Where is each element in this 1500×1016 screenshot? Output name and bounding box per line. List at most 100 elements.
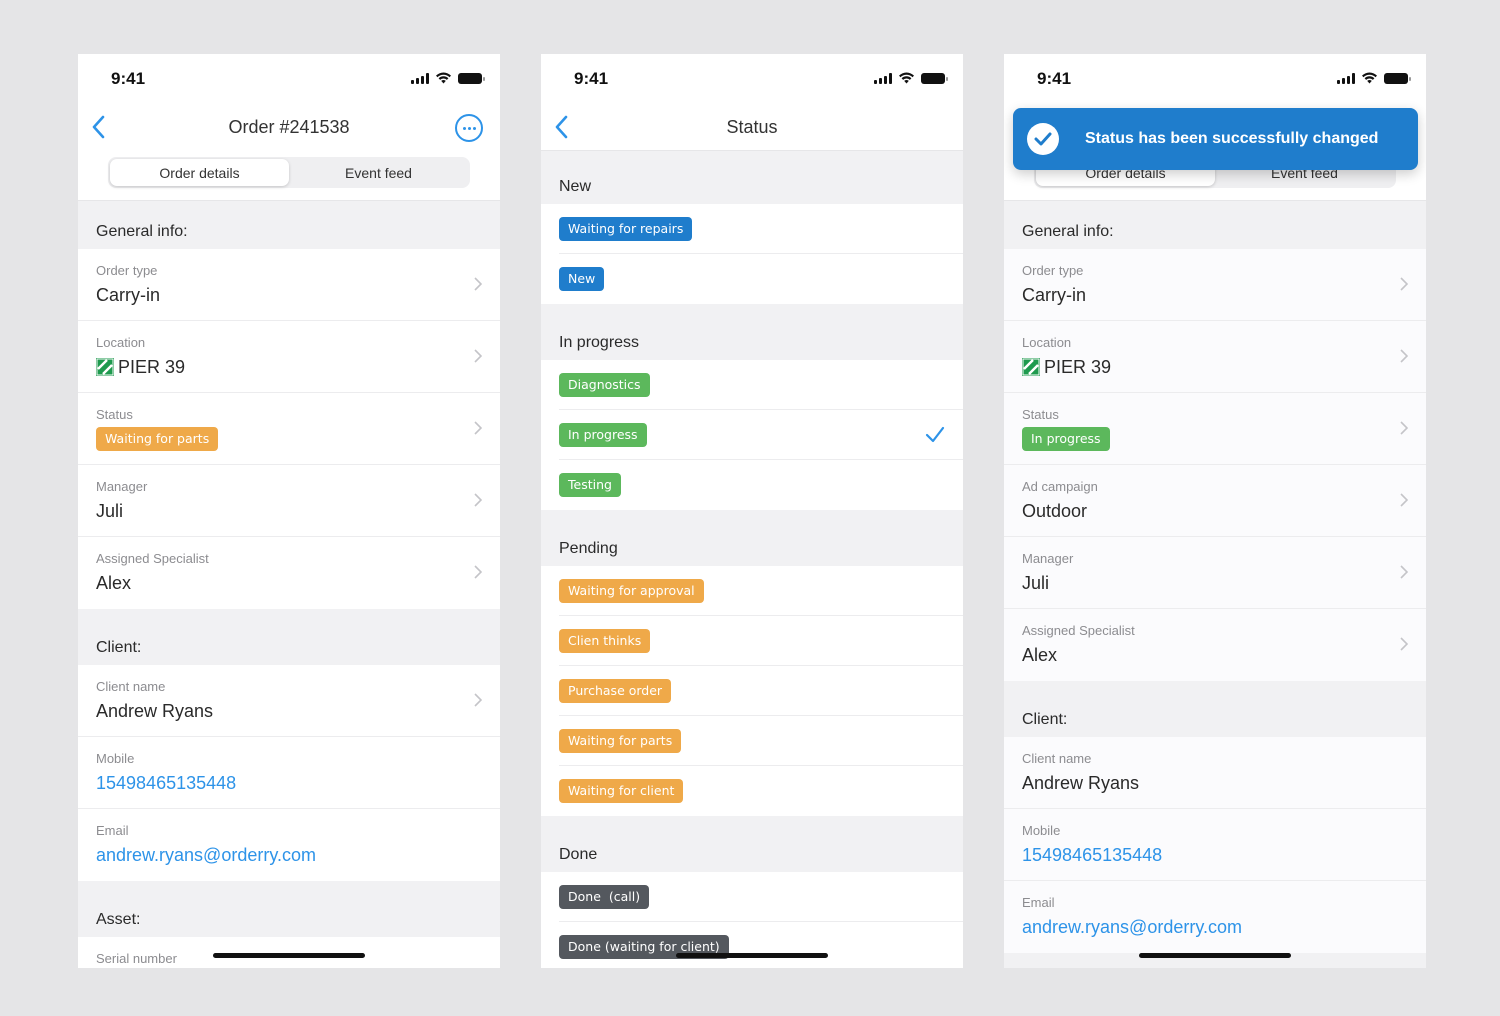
row-assigned-specialist[interactable]: Assigned Specialist Alex [1004, 609, 1426, 681]
status-badge: Waiting for parts [559, 729, 682, 753]
tab-switcher: Order details Event feed [108, 157, 470, 188]
row-mobile: Mobile 15498465135448 [78, 737, 500, 809]
field-value: Alex [1022, 645, 1058, 665]
battery-icon [458, 72, 485, 84]
field-value: Andrew Ryans [1022, 773, 1140, 793]
row-email: Email andrew.ryans@orderry.com [1004, 881, 1426, 953]
status-badge: Done (call) [559, 885, 650, 909]
field-label: Ad campaign [1022, 479, 1098, 494]
chevron-right-icon [1400, 565, 1408, 579]
field-label: Order type [96, 263, 158, 278]
row-order-type[interactable]: Order type Carry-in [1004, 249, 1426, 321]
field-value: Carry-in [96, 285, 161, 305]
status-option[interactable]: Purchase order [541, 666, 963, 716]
section-asset: Asset: [78, 881, 500, 937]
row-ad-campaign[interactable]: Ad campaign Outdoor [1004, 465, 1426, 537]
row-client-name[interactable]: Client name Andrew Ryans [78, 665, 500, 737]
home-indicator [1139, 953, 1291, 958]
row-manager[interactable]: Manager Juli [78, 465, 500, 537]
status-badge: In progress [559, 423, 647, 447]
status-option[interactable]: Done (waiting for client) [541, 922, 963, 968]
group-header-in-progress: In progress [541, 304, 963, 360]
row-order-type[interactable]: Order type Carry-in [78, 249, 500, 321]
status-bar: 9:41 [541, 54, 963, 104]
toast-message: Status has been successfully changed [1085, 130, 1379, 147]
wifi-icon [899, 72, 914, 84]
field-label: Assigned Specialist [96, 551, 209, 566]
row-mobile: Mobile 15498465135448 [1004, 809, 1426, 881]
status-badge: Diagnostics [559, 373, 650, 397]
email-link[interactable]: andrew.ryans@orderry.com [96, 844, 482, 866]
field-label: Location [96, 335, 146, 350]
section-client: Client: [78, 609, 500, 665]
cellular-signal-icon [1337, 72, 1355, 84]
chevron-right-icon [474, 277, 482, 291]
row-location[interactable]: Location PIER 39 [78, 321, 500, 393]
field-value: Juli [96, 501, 124, 521]
field-label: Mobile [1022, 823, 1061, 838]
email-link[interactable]: andrew.ryans@orderry.com [1022, 916, 1408, 938]
field-value: Carry-in [1022, 285, 1087, 305]
status-bar: 9:41 [78, 54, 500, 104]
status-option-selected[interactable]: In progress [541, 410, 963, 460]
home-indicator [676, 953, 828, 958]
battery-icon [1384, 72, 1411, 84]
field-value: Juli [1022, 573, 1050, 593]
field-label: Client name [96, 679, 166, 694]
page-title: Order #241538 [228, 117, 350, 137]
status-option[interactable]: New [541, 254, 963, 304]
check-circle-icon [1027, 123, 1059, 155]
row-status[interactable]: Status In progress [1004, 393, 1426, 465]
status-option[interactable]: Waiting for client [541, 766, 963, 816]
field-label: Location [1022, 335, 1072, 350]
status-option[interactable]: Testing [541, 460, 963, 510]
status-badge: Testing [559, 473, 621, 497]
row-status[interactable]: Status Waiting for parts [78, 393, 500, 465]
nav-bar: Order #241538 [78, 104, 500, 151]
order-details-screen: 9:41 Order #241538 Order details Event f… [78, 54, 500, 968]
cellular-signal-icon [874, 72, 892, 84]
row-location[interactable]: Location PIER 39 [1004, 321, 1426, 393]
status-option[interactable]: Clien thinks [541, 616, 963, 666]
chevron-right-icon [474, 565, 482, 579]
chevron-right-icon [474, 493, 482, 507]
status-option[interactable]: Diagnostics [541, 360, 963, 410]
status-option[interactable]: Waiting for approval [541, 566, 963, 616]
row-manager[interactable]: Manager Juli [1004, 537, 1426, 609]
success-toast[interactable]: Status has been successfully changed [1013, 108, 1418, 170]
group-header-done: Done [541, 816, 963, 872]
status-option[interactable]: Done (call) [541, 872, 963, 922]
cellular-signal-icon [411, 72, 429, 84]
more-options-icon[interactable] [455, 114, 483, 142]
field-label: Client name [1022, 751, 1092, 766]
field-label: Assigned Specialist [1022, 623, 1135, 638]
tab-order-details[interactable]: Order details [110, 159, 289, 186]
mobile-link[interactable]: 15498465135448 [1022, 844, 1408, 866]
status-picker-screen: 9:41 Status New Waiting for repairs New … [541, 54, 963, 968]
field-label: Manager [1022, 551, 1074, 566]
chevron-right-icon [1400, 277, 1408, 291]
status-badge: Waiting for client [559, 779, 684, 803]
row-client-name[interactable]: Client name Andrew Ryans [1004, 737, 1426, 809]
section-general-info: General info: [1004, 201, 1426, 249]
chevron-right-icon [474, 421, 482, 435]
mobile-link[interactable]: 15498465135448 [96, 772, 482, 794]
back-chevron-icon[interactable] [551, 114, 575, 140]
status-badge: Clien thinks [559, 629, 651, 653]
status-badge: In progress [1022, 427, 1110, 451]
status-badge: Purchase order [559, 679, 672, 703]
status-badge: New [559, 267, 605, 291]
field-label: Email [96, 823, 129, 838]
status-bar: 9:41 [1004, 54, 1426, 104]
field-value: Alex [96, 573, 132, 593]
status-option[interactable]: Waiting for parts [541, 716, 963, 766]
field-value: Outdoor [1022, 501, 1088, 521]
chevron-right-icon [1400, 493, 1408, 507]
back-chevron-icon[interactable] [88, 114, 112, 140]
status-option[interactable]: Waiting for repairs [541, 204, 963, 254]
row-assigned-specialist[interactable]: Assigned Specialist Alex [78, 537, 500, 609]
location-icon [1022, 358, 1040, 376]
tab-event-feed[interactable]: Event feed [289, 159, 468, 186]
clock: 9:41 [1037, 69, 1072, 88]
field-value: PIER 39 [118, 357, 186, 377]
